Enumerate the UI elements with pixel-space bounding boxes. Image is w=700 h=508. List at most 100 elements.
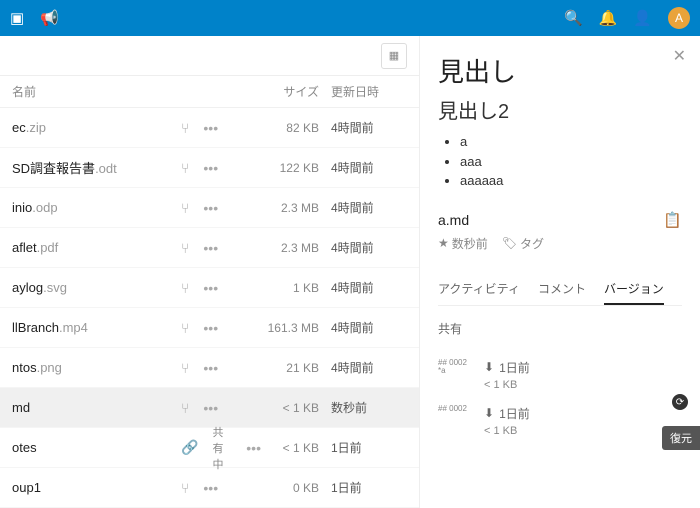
more-icon[interactable]: ••• bbox=[203, 280, 218, 296]
table-row[interactable]: ntos.png⑂ ••• 21 KB4時間前 bbox=[0, 348, 419, 388]
shared-label: 共有中 bbox=[212, 424, 232, 472]
table-row[interactable]: aflet.pdf⑂•••2.3 MB4時間前 bbox=[0, 228, 419, 268]
file-size: 122 KB bbox=[261, 161, 331, 175]
restore-button[interactable]: 復元 bbox=[662, 426, 700, 450]
search-icon[interactable]: 🔍 bbox=[564, 9, 583, 27]
share-icon[interactable]: ⑂ bbox=[181, 160, 189, 176]
file-date: 4時間前 bbox=[331, 359, 411, 376]
version-size: < 1 KB bbox=[484, 379, 682, 391]
table-row[interactable]: aylog.svg⑂ ••• 1 KB4時間前 bbox=[0, 268, 419, 308]
version-row[interactable]: ## 0002*a ⬇ 1日前 < 1 KB bbox=[438, 359, 682, 391]
more-icon[interactable]: ••• bbox=[203, 200, 218, 216]
file-list-panel: ▦ 名前 サイズ 更新日時 ec.zip⑂•••82 KB4時間前SD調査報告書… bbox=[0, 36, 420, 508]
share-icon[interactable]: ⑂ bbox=[181, 200, 189, 216]
tab-versions[interactable]: バージョン bbox=[604, 274, 664, 305]
more-icon[interactable]: ••• bbox=[203, 480, 218, 496]
sync-icon[interactable]: ⟳ bbox=[672, 394, 688, 410]
more-icon[interactable]: ••• bbox=[203, 120, 218, 136]
version-size: < 1 KB bbox=[484, 425, 682, 437]
link-icon: 🔗 bbox=[181, 439, 198, 456]
share-icon[interactable]: ⑂ bbox=[181, 480, 189, 496]
avatar[interactable]: A bbox=[668, 7, 690, 29]
file-date: 4時間前 bbox=[331, 319, 411, 336]
share-icon[interactable]: ⑂ bbox=[181, 360, 189, 376]
file-name: aflet.pdf bbox=[8, 240, 181, 255]
file-size: 2.3 MB bbox=[261, 201, 331, 215]
file-size: < 1 KB bbox=[261, 441, 331, 455]
file-name: SD調査報告書.odt bbox=[8, 158, 181, 177]
preview-heading2: 見出し2 bbox=[438, 95, 682, 124]
announce-icon[interactable]: 📢 bbox=[40, 9, 59, 27]
detail-filename: a.md bbox=[438, 212, 469, 228]
file-date: 4時間前 bbox=[331, 239, 411, 256]
grid-view-button[interactable]: ▦ bbox=[381, 43, 407, 69]
more-icon[interactable]: ••• bbox=[203, 400, 218, 416]
table-row[interactable]: inio.odp⑂ ••• 2.3 MB4時間前 bbox=[0, 188, 419, 228]
share-icon[interactable]: ⑂ bbox=[181, 120, 189, 136]
share-icon[interactable]: ⑂ bbox=[181, 280, 189, 296]
file-name: md bbox=[8, 400, 181, 415]
file-size: < 1 KB bbox=[261, 401, 331, 415]
more-icon[interactable]: ••• bbox=[246, 440, 261, 456]
contacts-icon[interactable]: 👤 bbox=[633, 9, 652, 27]
file-name: otes bbox=[8, 440, 181, 455]
file-name: inio.odp bbox=[8, 200, 181, 215]
file-date: 4時間前 bbox=[331, 119, 411, 136]
table-row[interactable]: ec.zip⑂ ••• 82 KB4時間前 bbox=[0, 108, 419, 148]
table-header: 名前 サイズ 更新日時 bbox=[0, 76, 419, 108]
table-row[interactable]: md⑂ ••• < 1 KB数秒前 bbox=[0, 388, 419, 428]
tab-comments[interactable]: コメント bbox=[538, 274, 586, 305]
preview-list-item: aaa bbox=[460, 152, 682, 172]
header-name[interactable]: 名前 bbox=[8, 83, 181, 100]
tab-activity[interactable]: アクティビティ bbox=[438, 274, 520, 305]
share-icon[interactable]: ⑂ bbox=[181, 320, 189, 336]
file-date: 4時間前 bbox=[331, 159, 411, 176]
table-row[interactable]: otes🔗共有中•••< 1 KB1日前 bbox=[0, 428, 419, 468]
file-size: 0 KB bbox=[261, 481, 331, 495]
more-icon[interactable]: ••• bbox=[203, 360, 218, 376]
header-date[interactable]: 更新日時 bbox=[331, 83, 411, 100]
version-thumb: ## 0002*a bbox=[438, 359, 470, 377]
close-icon[interactable]: ✕ bbox=[673, 46, 686, 66]
file-name: ec.zip bbox=[8, 120, 181, 135]
file-date: 4時間前 bbox=[331, 199, 411, 216]
share-section-label[interactable]: 共有 bbox=[438, 320, 682, 337]
version-row[interactable]: ## 0002 ⬇ 1日前 < 1 KB bbox=[438, 405, 682, 437]
file-size: 82 KB bbox=[261, 121, 331, 135]
file-size: 21 KB bbox=[261, 361, 331, 375]
preview-heading1: 見出し bbox=[438, 52, 682, 89]
share-icon[interactable]: ⑂ bbox=[181, 240, 189, 256]
version-date: ⬇ 1日前 bbox=[484, 359, 682, 376]
file-date: 数秒前 bbox=[331, 399, 411, 416]
notifications-icon[interactable]: 🔔 bbox=[599, 9, 618, 27]
file-preview: 見出し 見出し2 aaaaaaaaaa bbox=[438, 52, 682, 191]
file-date: 1日前 bbox=[331, 479, 411, 496]
table-row[interactable]: SD調査報告書.odt⑂ ••• 122 KB4時間前 bbox=[0, 148, 419, 188]
preview-list-item: aaaaaa bbox=[460, 171, 682, 191]
more-icon[interactable]: ••• bbox=[203, 240, 218, 256]
more-icon[interactable]: ••• bbox=[203, 320, 218, 336]
file-size: 1 KB bbox=[261, 281, 331, 295]
files-icon[interactable]: ▣ bbox=[10, 9, 24, 27]
file-size: 161.3 MB bbox=[261, 321, 331, 335]
topbar: ▣ 📢 🔍 🔔 👤 A bbox=[0, 0, 700, 36]
preview-list-item: a bbox=[460, 132, 682, 152]
clipboard-icon[interactable]: 📋 bbox=[663, 211, 682, 229]
table-row[interactable]: llBranch.mp4⑂•••161.3 MB4時間前 bbox=[0, 308, 419, 348]
table-row[interactable]: oup1⑂•••0 KB1日前 bbox=[0, 468, 419, 508]
download-icon[interactable]: ⬇ bbox=[484, 360, 494, 374]
more-icon[interactable]: ••• bbox=[203, 160, 218, 176]
share-icon[interactable]: ⑂ bbox=[181, 400, 189, 416]
version-thumb: ## 0002 bbox=[438, 405, 470, 414]
header-size[interactable]: サイズ bbox=[261, 83, 331, 100]
tag-button[interactable]: 🏷 タグ bbox=[502, 235, 544, 252]
file-name: ntos.png bbox=[8, 360, 181, 375]
detail-tabs: アクティビティ コメント バージョン bbox=[438, 274, 682, 306]
file-name: aylog.svg bbox=[8, 280, 181, 295]
favorite-toggle[interactable]: ★ 数秒前 bbox=[438, 235, 488, 252]
file-date: 1日前 bbox=[331, 439, 411, 456]
download-icon[interactable]: ⬇ bbox=[484, 406, 494, 420]
details-panel: ✕ 見出し 見出し2 aaaaaaaaaa a.md 📋 ★ 数秒前 🏷 タグ … bbox=[420, 36, 700, 508]
version-date: ⬇ 1日前 bbox=[484, 405, 682, 422]
file-date: 4時間前 bbox=[331, 279, 411, 296]
